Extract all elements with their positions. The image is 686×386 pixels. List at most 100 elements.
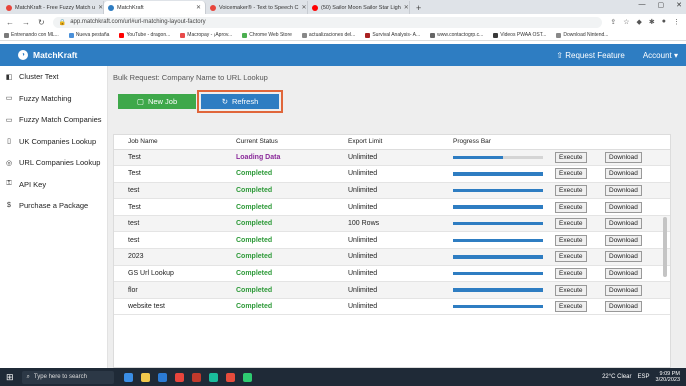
bookmark-item[interactable]: www.contactogrp.c... [430, 32, 483, 38]
download-button[interactable]: Download [605, 201, 642, 213]
col-header: Current Status [231, 135, 343, 150]
export-limit: Unlimited [343, 281, 448, 299]
app-icon[interactable] [208, 372, 218, 382]
reload-icon[interactable]: ↻ [38, 18, 45, 27]
execute-button[interactable]: Execute [555, 218, 587, 230]
close-window-icon[interactable]: ✕ [676, 1, 682, 9]
task-view-icon[interactable] [123, 372, 133, 382]
bookmark-favicon-icon [68, 32, 74, 38]
excel-icon[interactable] [242, 372, 252, 382]
table-row: Test Loading Data Unlimited Execute Download [114, 149, 670, 167]
clock[interactable]: 9:09 PM 3/20/2023 [656, 371, 680, 384]
weather-text[interactable]: 22°C Clear [602, 374, 631, 380]
bookmark-item[interactable]: Download Nintend... [556, 32, 608, 38]
window-controls: — ▢ ✕ [639, 1, 683, 9]
table-scrollbar[interactable] [663, 217, 667, 277]
maximize-icon[interactable]: ▢ [658, 1, 665, 9]
main-content: Bulk Request: Company Name to URL Lookup… [108, 66, 686, 368]
download-button[interactable]: Download [605, 267, 642, 279]
browser-tab-active[interactable]: MatchKraft ✕ [104, 1, 206, 14]
menu-icon[interactable]: ⋮ [673, 18, 680, 26]
sidebar-item-uk-companies-lookup[interactable]: ▯ UK Companies Lookup [0, 131, 107, 153]
app-icon[interactable] [191, 372, 201, 382]
progress-bar [453, 155, 543, 160]
bookmark-item[interactable]: Videos PWAA OST... [493, 32, 546, 38]
new-tab-button[interactable]: + [410, 1, 427, 14]
bookmark-item[interactable]: Entrenando con ML... [4, 32, 59, 38]
refresh-button[interactable]: ↻ Refresh [201, 94, 279, 109]
download-button[interactable]: Download [605, 218, 642, 230]
export-limit: Unlimited [343, 231, 448, 250]
browser-tab[interactable]: Voicemaker® - Text to Speech C ✕ [206, 1, 308, 14]
progress-bar [453, 304, 543, 309]
close-tab-icon[interactable]: ✕ [196, 4, 201, 11]
taskbar-search[interactable]: ⌕ Type here to search [21, 370, 114, 384]
execute-button[interactable]: Execute [555, 201, 587, 213]
app-navbar: ◑ MatchKraft ⇧ Request Feature Account ▾ [0, 44, 686, 66]
language-text[interactable]: ESP [638, 374, 650, 380]
app-icon[interactable] [225, 372, 235, 382]
forward-icon[interactable]: → [22, 18, 30, 27]
extension-icon[interactable]: ◆ [637, 18, 642, 26]
download-button[interactable]: Download [605, 151, 642, 163]
execute-button[interactable]: Execute [555, 234, 587, 246]
profile-avatar[interactable]: ● [662, 18, 666, 26]
bookmark-item[interactable]: actualizaciones del... [301, 32, 355, 38]
bookmark-item[interactable]: Survival Analysis- A... [365, 32, 420, 38]
close-tab-icon[interactable]: ✕ [98, 4, 103, 11]
execute-button[interactable]: Execute [555, 267, 587, 279]
bookmark-item[interactable]: Macropay - ¡Aprov... [180, 32, 232, 38]
account-menu[interactable]: Account ▾ [643, 51, 678, 60]
system-tray: 22°C Clear ESP 9:09 PM 3/20/2023 [602, 371, 680, 384]
sidebar-item-purchase-package[interactable]: $ Purchase a Package [0, 195, 107, 217]
url-field[interactable]: 🔒 app.matchkraft.com/url#url-matching-la… [52, 16, 603, 28]
progress-bar [453, 188, 543, 193]
download-button[interactable]: Download [605, 301, 642, 313]
download-button[interactable]: Download [605, 251, 642, 263]
puzzle-icon[interactable]: ✱ [649, 18, 655, 26]
sidebar-item-fuzzy-matching[interactable]: ▭ Fuzzy Matching [0, 88, 107, 110]
execute-button[interactable]: Execute [555, 184, 587, 196]
brand[interactable]: ◑ MatchKraft [18, 50, 77, 60]
download-button[interactable]: Download [605, 234, 642, 246]
star-icon[interactable]: ☆ [623, 18, 629, 26]
bookmark-favicon-icon [4, 32, 9, 38]
execute-button[interactable]: Execute [555, 251, 587, 263]
execute-button[interactable]: Execute [555, 284, 587, 296]
progress-fill [453, 155, 503, 160]
windows-start-icon[interactable]: ⊞ [6, 372, 14, 383]
browser-tab[interactable]: MatchKraft - Free Fuzzy Match u ✕ [2, 1, 104, 14]
file-explorer-icon[interactable] [140, 372, 150, 382]
sidebar-item-label: Fuzzy Match Companies [19, 115, 102, 125]
chrome-icon[interactable] [174, 372, 184, 382]
download-button[interactable]: Download [605, 284, 642, 296]
back-icon[interactable]: ← [6, 18, 14, 27]
sidebar-item-label: UK Companies Lookup [19, 136, 97, 146]
request-feature-link[interactable]: ⇧ Request Feature [556, 51, 625, 60]
sidebar-item-fuzzy-match-companies[interactable]: ▭ Fuzzy Match Companies [0, 109, 107, 131]
minimize-icon[interactable]: — [639, 1, 646, 9]
sidebar-item-label: API Key [19, 179, 47, 189]
sidebar-item-api-key[interactable]: ⚿ API Key [0, 174, 107, 196]
execute-button[interactable]: Execute [555, 301, 587, 313]
new-job-button[interactable]: ▢ New Job [118, 94, 196, 109]
bookmark-item[interactable]: YouTube - dragon... [119, 32, 170, 38]
sidebar-item-url-companies-lookup[interactable]: ◎ URL Companies Lookup [0, 152, 107, 174]
download-button[interactable]: Download [605, 184, 642, 196]
progress-bar [453, 255, 543, 259]
bookmark-favicon-icon [556, 32, 562, 38]
job-name: test [114, 231, 231, 250]
close-tab-icon[interactable]: ✕ [404, 4, 409, 11]
execute-button[interactable]: Execute [555, 151, 587, 163]
new-job-label: New Job [147, 97, 178, 106]
download-button[interactable]: Download [605, 168, 642, 180]
job-name: website test [114, 298, 231, 316]
sidebar-item-cluster-text[interactable]: ◧ Cluster Text [0, 66, 107, 88]
close-tab-icon[interactable]: ✕ [301, 4, 306, 11]
share-icon[interactable]: ⇪ [610, 18, 616, 26]
browser-tab[interactable]: (50) Sailor Moon Sailor Star Ligh ✕ [308, 1, 410, 14]
execute-button[interactable]: Execute [555, 168, 587, 180]
bookmark-item[interactable]: Nueva pestaña [68, 32, 109, 38]
edge-icon[interactable] [157, 372, 167, 382]
bookmark-item[interactable]: Chrome Web Store [242, 32, 292, 38]
